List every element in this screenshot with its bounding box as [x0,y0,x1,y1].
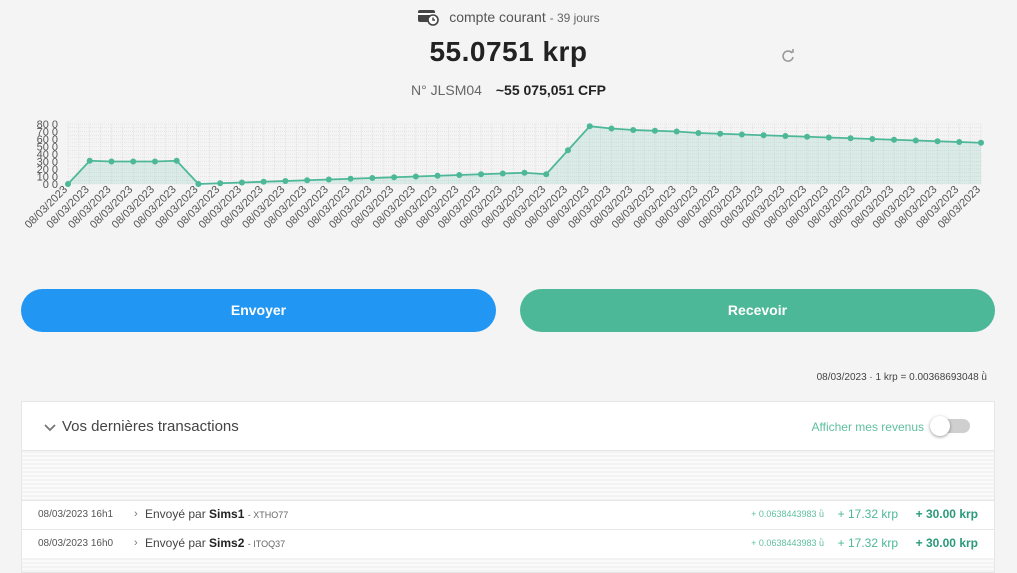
transaction-amount-net: + 17.32 krp [837,507,898,521]
data-point [847,135,854,142]
transaction-description: Envoyé par Sims1 - XTHO77 [145,507,288,521]
transaction-prefix: Envoyé par [145,536,206,550]
account-cfp-value: ~55 075,051 CFP [495,82,606,98]
data-point [564,147,571,154]
data-point [586,123,593,130]
chevron-right-icon: › [134,537,138,549]
show-revenue-label: Afficher mes revenus [811,420,925,434]
data-point [434,172,441,179]
data-point [217,180,224,187]
transaction-code: - XTHO77 [247,510,289,520]
transactions-header: Vos dernières transactions Afficher mes … [22,402,994,451]
receive-button[interactable]: Recevoir [520,289,995,332]
transaction-description: Envoyé par Sims2 - ITOQ37 [145,536,285,550]
transaction-row[interactable]: 08/03/2023 16h0 › Envoyé par Sims2 - ITO… [22,529,994,558]
account-number: N° JLSM04 [411,82,482,98]
data-point [804,133,811,140]
show-revenue-toggle[interactable] [930,416,970,436]
y-tick-label: 80 0 [37,119,58,131]
data-point [391,174,398,181]
data-point [869,136,876,142]
transaction-amount-net: + 17.32 krp [837,536,898,550]
transaction-prefix: Envoyé par [145,507,206,521]
transaction-sender: Sims2 [209,536,245,550]
data-point [412,173,419,180]
data-point [978,139,984,146]
data-point [956,139,963,145]
data-point [130,158,137,165]
data-point [782,133,789,139]
wallet-clock-icon [417,8,440,29]
transaction-code: - ITOQ37 [247,539,286,549]
account-age: - 39 jours [549,11,600,26]
data-point [108,158,115,165]
toggle-knob [930,416,950,436]
refresh-icon[interactable] [780,48,796,64]
data-point [543,171,550,178]
account-name: compte courant [449,9,546,26]
data-point [347,175,354,182]
data-point [499,170,506,177]
data-point [630,127,637,133]
data-point [260,178,267,185]
data-point [456,172,463,178]
exchange-rate: 08/03/2023 · 1 krp = 0.00368693048 ǜ [816,372,987,383]
data-point [760,132,767,139]
transaction-amount-total: + 30.00 krp [915,536,978,550]
transaction-amount-u: + 0.0638443983 ǜ [751,538,824,548]
data-point [695,130,702,136]
chevron-down-icon[interactable] [44,420,56,438]
data-point [151,158,158,165]
data-point [238,179,245,186]
transaction-sender: Sims1 [209,507,245,521]
data-point [934,138,941,145]
chevron-right-icon: › [134,508,138,520]
transaction-amount-total: + 30.00 krp [915,507,978,521]
loading-placeholder [22,451,994,500]
loading-placeholder [22,558,994,572]
transaction-row[interactable]: 08/03/2023 16h1 › Envoyé par Sims1 - XTH… [22,500,994,529]
send-button[interactable]: Envoyer [21,289,496,332]
transactions-panel: Vos dernières transactions Afficher mes … [21,401,995,573]
account-balance: 55.0751 krp [429,36,588,67]
data-point [717,130,724,137]
data-point [325,176,332,183]
transactions-title: Vos dernières transactions [62,418,239,435]
data-point [86,157,93,164]
data-point [912,137,919,144]
data-point [304,177,311,184]
data-point [521,169,528,176]
transaction-amount-u: + 0.0638443983 ǜ [751,509,824,519]
data-point [173,157,180,164]
data-point [195,181,202,187]
data-point [608,125,615,132]
account-title-row: compte courant - 39 jours [0,8,1017,29]
transaction-date: 08/03/2023 16h1 [38,509,114,520]
data-point [738,131,745,138]
account-info: N° JLSM04 ~55 075,051 CFP [0,82,1017,98]
data-point [369,175,376,181]
data-point [825,134,832,141]
transaction-date: 08/03/2023 16h0 [38,538,114,549]
data-point [651,127,658,134]
data-point [65,181,71,187]
data-point [891,136,898,143]
balance-chart: 0 010 020 030 040 050 060 070 080 008/03… [23,119,984,231]
data-point [478,171,485,178]
data-point [673,128,680,135]
data-point [282,178,289,184]
